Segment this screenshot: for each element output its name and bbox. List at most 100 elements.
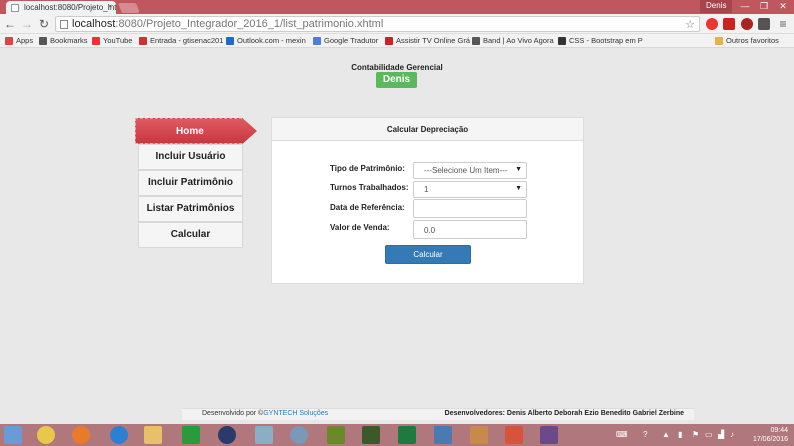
app-purple-icon[interactable]	[540, 426, 558, 444]
chrome-icon[interactable]	[37, 426, 55, 444]
tv-icon	[385, 37, 393, 45]
display-icon[interactable]: ▭	[705, 430, 713, 439]
volume-icon[interactable]: ♪	[730, 430, 734, 439]
clock[interactable]: 09:44 17/06/2016	[753, 426, 788, 444]
bookmark-star-icon[interactable]: ☆	[685, 18, 695, 31]
tipo-patrimonio-select[interactable]: ---Selecione Um Item--- ▼	[413, 162, 527, 179]
eclipse-icon[interactable]	[218, 426, 236, 444]
youtube-icon	[92, 37, 100, 45]
clock-date: 17/06/2016	[752, 436, 788, 443]
translate-icon	[313, 37, 321, 45]
bookmark-outlook[interactable]: Outlook.com - mexin	[226, 36, 306, 45]
firefox-icon[interactable]	[72, 426, 90, 444]
explorer-icon[interactable]	[144, 426, 162, 444]
help-icon[interactable]: ?	[643, 430, 647, 439]
bookmark-other-folder[interactable]: Outros favoritos	[715, 36, 779, 45]
gmail-icon	[139, 37, 147, 45]
photos-icon[interactable]	[434, 426, 452, 444]
dreamweaver-icon[interactable]	[362, 426, 380, 444]
reload-icon[interactable]: ↻	[37, 17, 51, 31]
bookmark-bootstrap[interactable]: CSS - Bootstrap em P	[558, 36, 643, 45]
browser-tab[interactable]: localhost:8080/Projeto_Int ×	[6, 1, 116, 15]
url-path: :8080/Projeto_Integrador_2016_1/list_pat…	[115, 18, 384, 30]
tab-title: localhost:8080/Projeto_Int	[24, 3, 116, 12]
valor-venda-input[interactable]: 0.0	[413, 220, 527, 239]
data-referencia-label: Data de Referência:	[330, 203, 405, 212]
virtualbox-icon[interactable]	[255, 426, 273, 444]
ie-icon[interactable]	[110, 426, 128, 444]
adblock-extension-icon[interactable]	[741, 18, 753, 30]
turnos-select[interactable]: 1 ▼	[413, 181, 527, 198]
forward-icon[interactable]: →	[20, 17, 34, 31]
calcular-button[interactable]: Calcular	[385, 245, 471, 264]
apps-icon	[5, 37, 13, 45]
tipo-patrimonio-value: ---Selecione Um Item---	[424, 166, 508, 175]
new-tab-button[interactable]	[118, 3, 140, 13]
pdf-extension-icon[interactable]	[723, 18, 735, 30]
close-window-icon[interactable]: ✕	[773, 0, 793, 13]
excel-icon[interactable]	[398, 426, 416, 444]
menu-item-home[interactable]: Home	[135, 118, 257, 144]
bookmark-apps[interactable]: Apps	[5, 36, 33, 45]
close-tab-icon[interactable]: ×	[107, 2, 112, 11]
bookmark-band[interactable]: Band | Ao Vivo Agora	[472, 36, 554, 45]
bookmark-tv-online[interactable]: Assistir TV Online Grá	[385, 36, 470, 45]
network-icon[interactable]: ▮	[678, 430, 682, 439]
tray-arrow-icon[interactable]: ▲	[662, 430, 670, 439]
start-icon[interactable]	[4, 426, 22, 444]
footer: Desenvolvido por ©GYNTECH Soluções Desen…	[182, 408, 694, 420]
menu-item-calcular[interactable]: Calcular	[138, 222, 243, 248]
bookmark-google-tradutor[interactable]: Google Tradutor	[313, 36, 378, 45]
folder-icon	[715, 37, 723, 45]
footer-credit-prefix: Desenvolvido por ©	[202, 410, 264, 417]
browser-title-bar: localhost:8080/Projeto_Int × Denis — ❐ ✕	[0, 0, 794, 15]
calcular-panel: Calcular Depreciação Tipo de Patrimônio:…	[271, 117, 584, 284]
panel-title: Calcular Depreciação	[272, 118, 583, 141]
postgres-icon[interactable]	[290, 426, 308, 444]
bookmark-gmail[interactable]: Entrada - gtisenac201	[139, 36, 223, 45]
app-orange-icon[interactable]	[505, 426, 523, 444]
data-referencia-input[interactable]	[413, 199, 527, 218]
turnos-label: Turnos Trabalhados:	[330, 183, 409, 192]
address-bar: ← → ↻ localhost:8080/Projeto_Integrador_…	[0, 14, 794, 34]
footer-company-link[interactable]: GYNTECH Soluções	[263, 410, 328, 417]
menu-icon[interactable]: ≡	[776, 17, 790, 31]
user-badge: Denis	[376, 72, 417, 88]
taskbar: ⌨ ? ▲ ▮ ⚑ ▭ ▟ ♪ 09:44 17/06/2016	[0, 424, 794, 446]
clock-time: 09:44	[770, 427, 788, 434]
files-icon[interactable]	[470, 426, 488, 444]
app-icon[interactable]	[327, 426, 345, 444]
opera-extension-icon[interactable]	[706, 18, 718, 30]
app-brand: Contabilidade Gerencial	[351, 63, 443, 72]
bookmarks-bar: Apps Bookmarks YouTube Entrada - gtisena…	[0, 34, 794, 48]
menu-item-listar-patrimonios[interactable]: Listar Patrimônios	[138, 196, 243, 222]
bootstrap-icon	[558, 37, 566, 45]
outlook-icon	[226, 37, 234, 45]
minimize-icon[interactable]: —	[735, 0, 755, 13]
page-info-icon[interactable]	[60, 20, 68, 29]
extension-icon[interactable]	[758, 18, 770, 30]
page-content: Contabilidade Gerencial Denis Home Inclu…	[0, 48, 794, 420]
menu-item-incluir-patrimonio[interactable]: Incluir Patrimônio	[138, 170, 243, 196]
dropdown-caret-icon: ▼	[515, 185, 522, 192]
footer-developers: Desenvolvedores: Denis Alberto Deborah E…	[444, 410, 684, 417]
maximize-icon[interactable]: ❐	[754, 0, 774, 13]
valor-venda-label: Valor de Venda:	[330, 223, 390, 232]
flag-icon[interactable]: ⚑	[692, 430, 699, 439]
footer-credit: Desenvolvido por ©GYNTECH Soluções	[202, 410, 328, 417]
star-icon	[39, 37, 47, 45]
dropdown-caret-icon: ▼	[515, 166, 522, 173]
profile-button[interactable]: Denis	[700, 0, 733, 13]
url-input[interactable]: localhost:8080/Projeto_Integrador_2016_1…	[55, 16, 700, 32]
keyboard-icon[interactable]: ⌨	[616, 430, 628, 439]
page-icon	[11, 4, 19, 12]
tipo-patrimonio-label: Tipo de Patrimônio:	[330, 164, 405, 173]
document-icon	[472, 37, 480, 45]
turnos-value: 1	[424, 185, 429, 194]
bookmark-bookmarks[interactable]: Bookmarks	[39, 36, 88, 45]
signal-icon[interactable]: ▟	[718, 430, 724, 439]
app-green-icon[interactable]	[182, 426, 200, 444]
back-icon[interactable]: ←	[3, 17, 17, 31]
bookmark-youtube[interactable]: YouTube	[92, 36, 132, 45]
menu-item-incluir-usuario[interactable]: Incluir Usuário	[138, 144, 243, 170]
